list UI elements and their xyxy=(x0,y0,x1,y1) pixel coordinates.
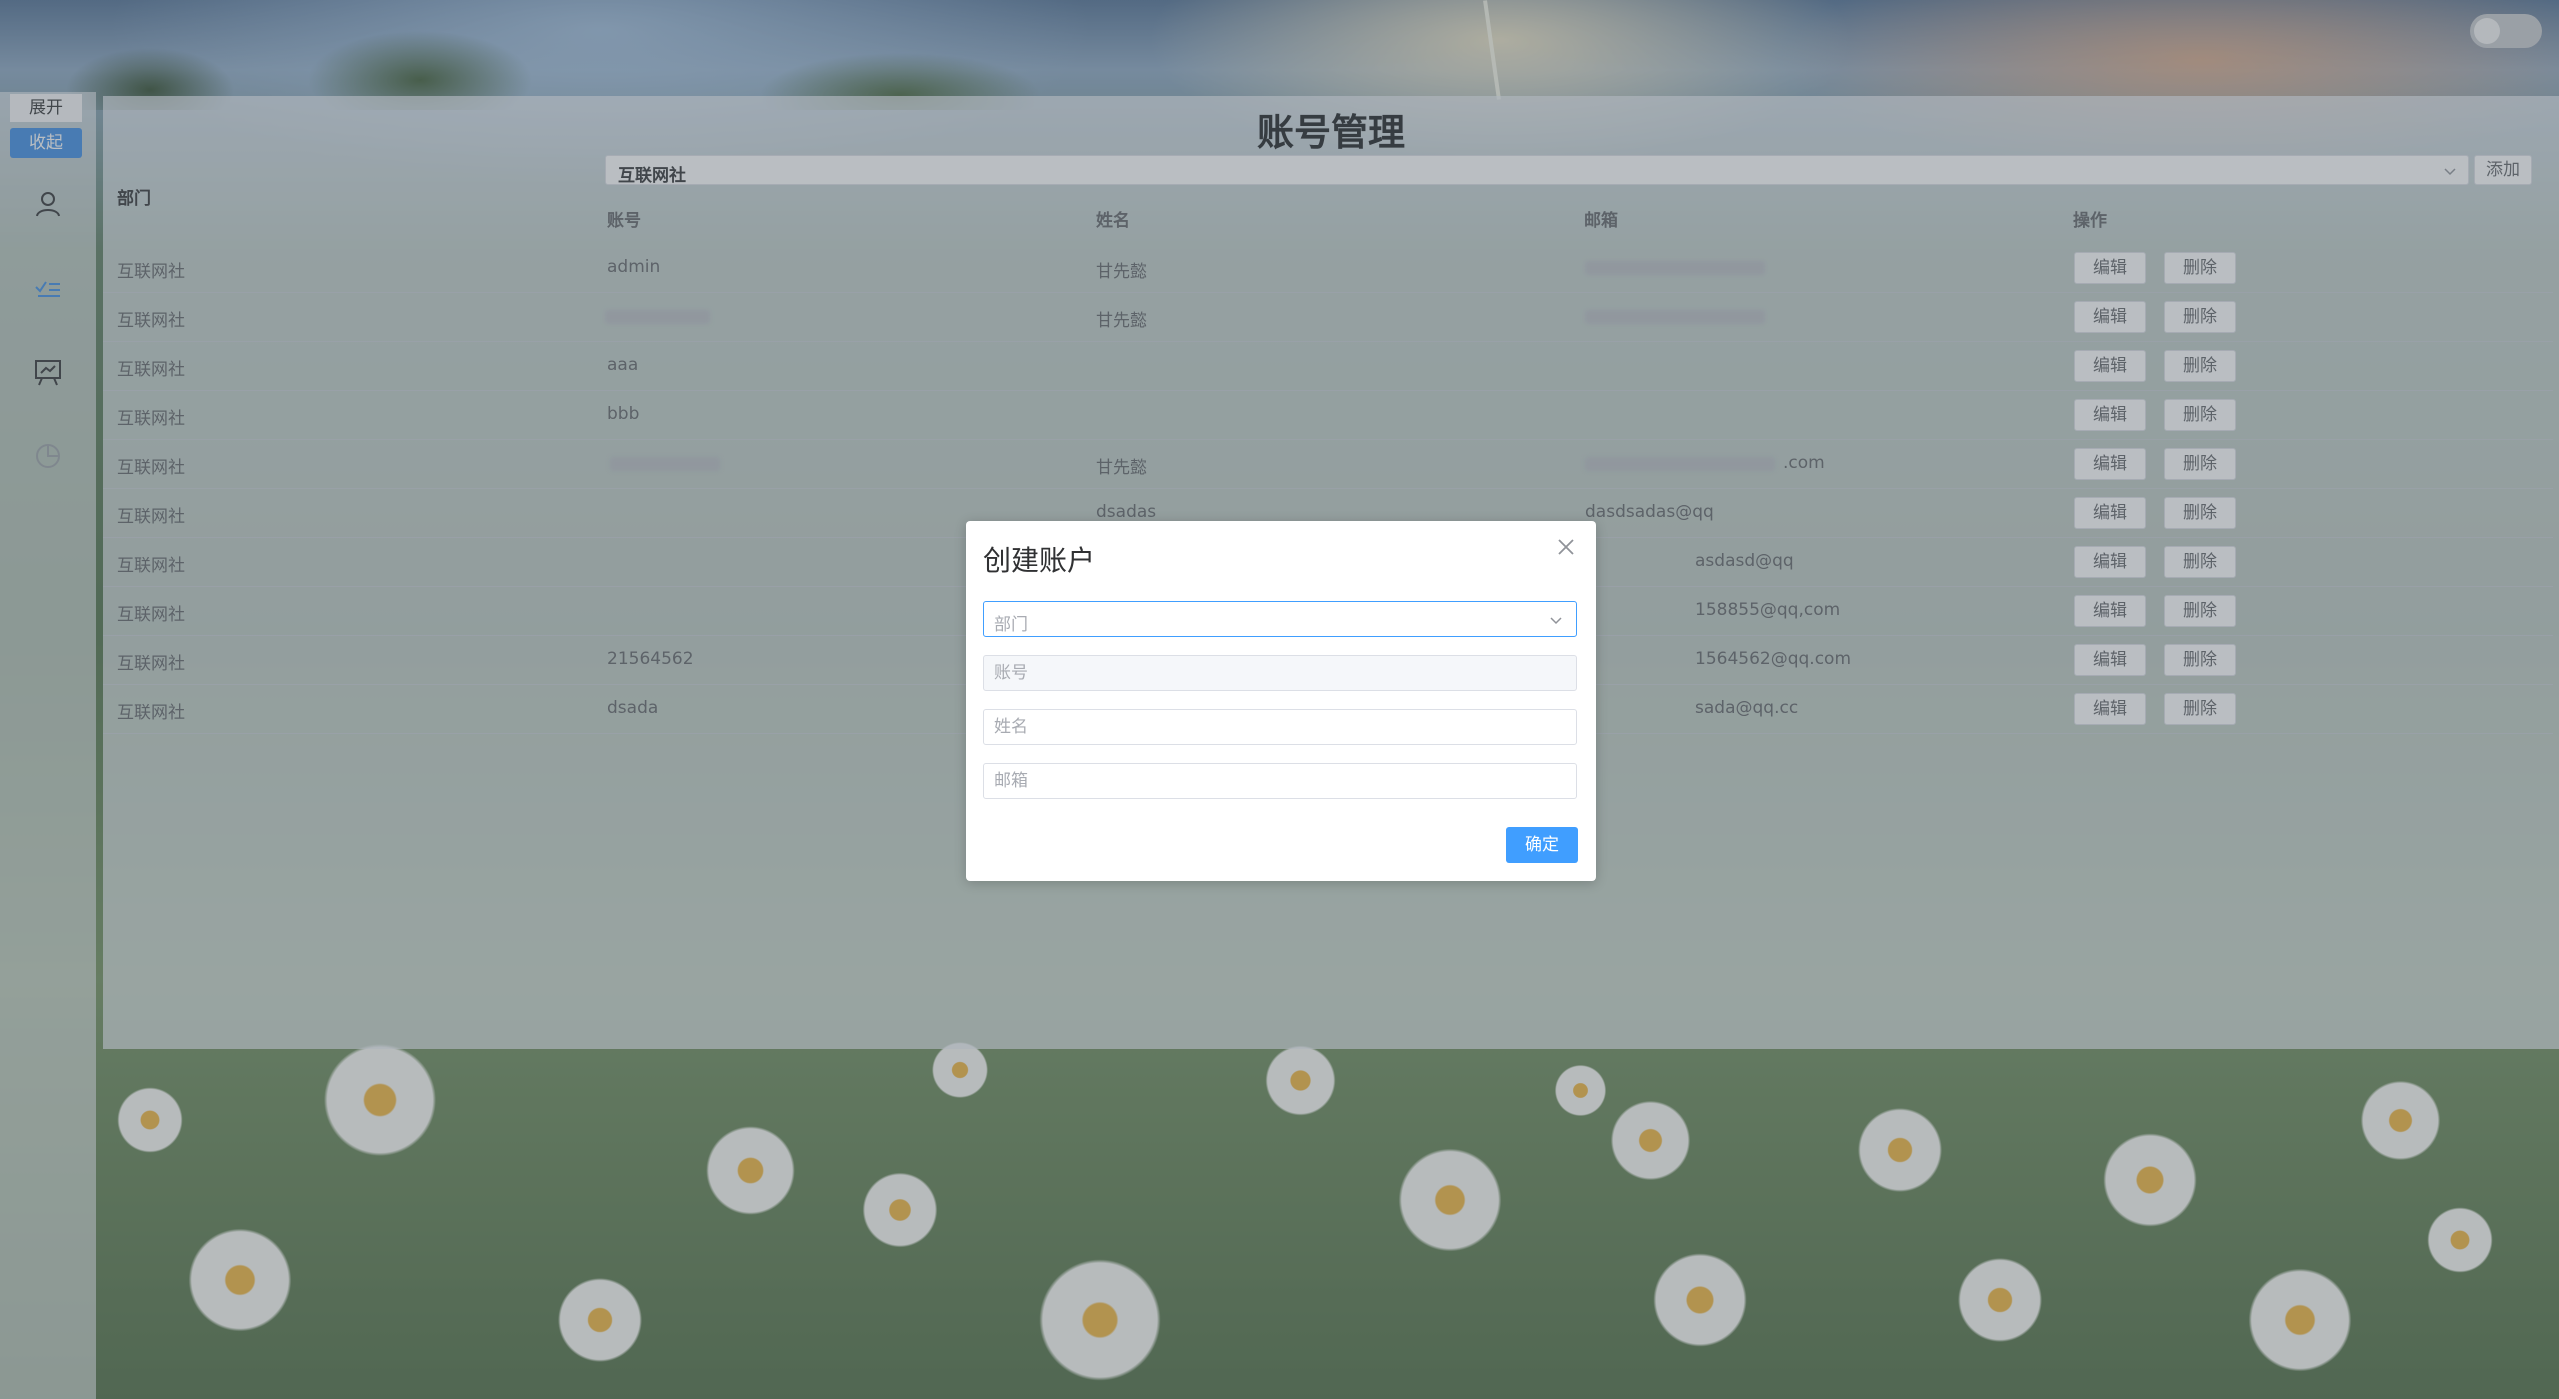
dept-dropdown[interactable]: 部门 xyxy=(983,601,1577,637)
dept-dropdown-placeholder: 部门 xyxy=(994,615,1028,635)
close-icon[interactable] xyxy=(1556,537,1576,557)
account-field[interactable] xyxy=(983,655,1577,691)
create-account-dialog: 创建账户 部门 确定 xyxy=(966,521,1596,881)
email-field[interactable] xyxy=(983,763,1577,799)
chevron-down-icon xyxy=(1550,617,1562,625)
dialog-title: 创建账户 xyxy=(983,544,1096,577)
name-field[interactable] xyxy=(983,709,1577,745)
confirm-button[interactable]: 确定 xyxy=(1506,827,1578,863)
